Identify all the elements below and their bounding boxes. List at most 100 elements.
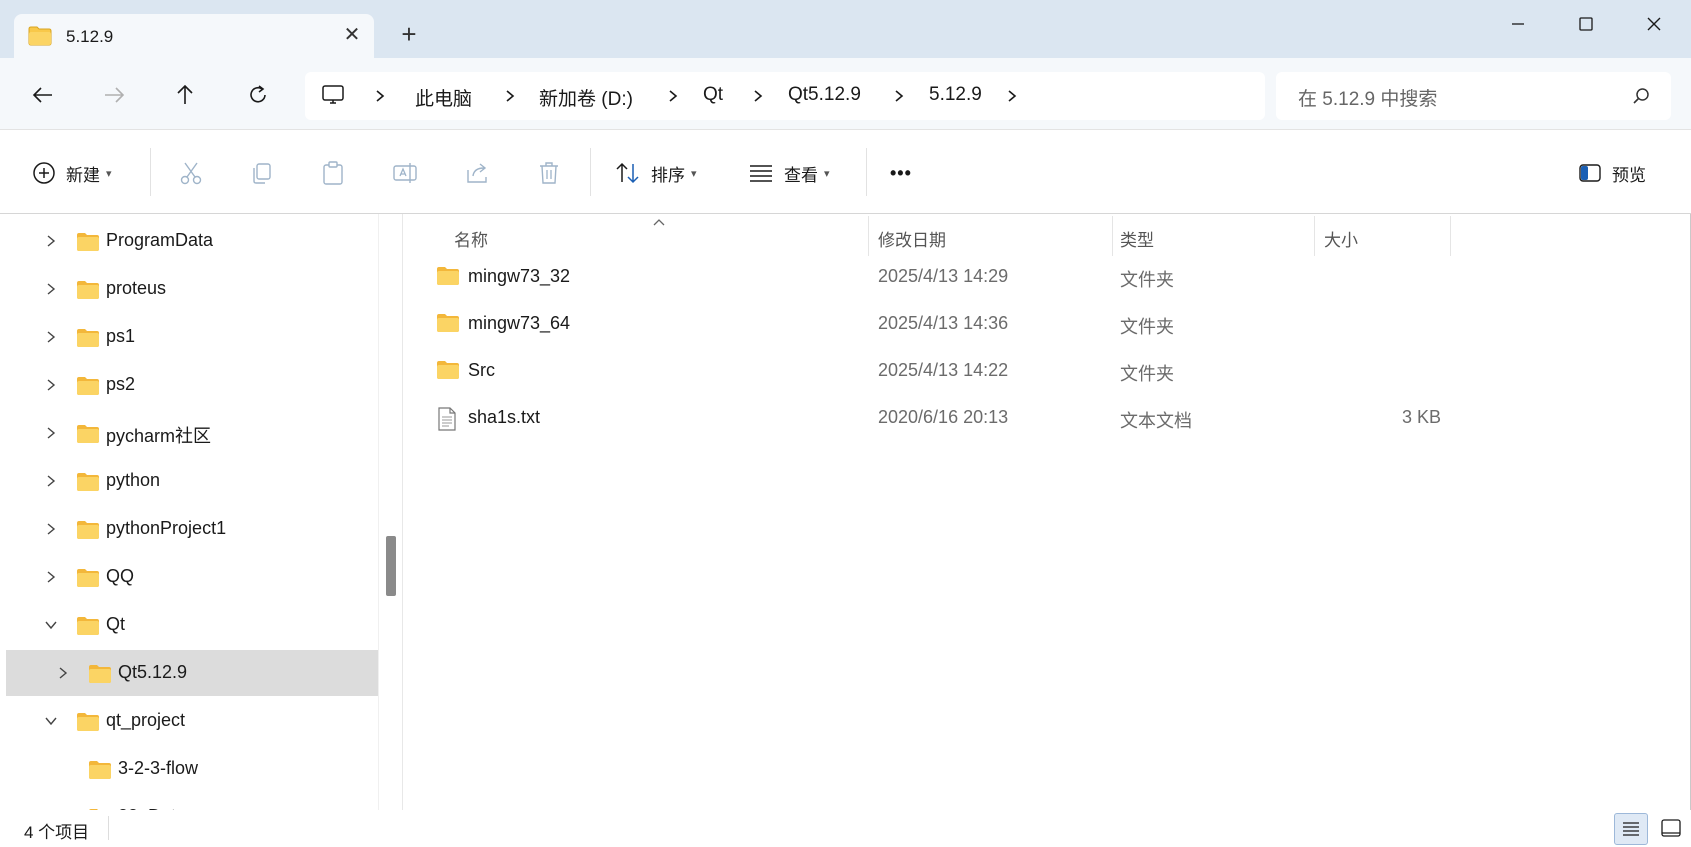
more-options-button[interactable]: ••• [890, 156, 912, 190]
search-icon[interactable] [1632, 87, 1650, 110]
sidebar-item-label: pycharm社区 [106, 426, 212, 446]
view-list-icon [750, 165, 772, 182]
chevron-right-icon[interactable] [44, 474, 58, 488]
address-bar[interactable]: 此电脑 新加卷 (D:) Qt Qt5.12.9 5.12.9 [305, 72, 1265, 120]
file-name: mingw73_32 [468, 266, 571, 286]
column-divider[interactable] [1450, 216, 1451, 256]
column-header-date[interactable]: 修改日期 [878, 226, 946, 251]
file-date: 2025/4/13 14:22 [878, 360, 1009, 380]
forward-button[interactable] [97, 78, 131, 112]
file-row[interactable]: sha1s.txt 2020/6/16 20:13 文本文档 3 KB [406, 395, 1666, 442]
folder-icon [28, 26, 52, 51]
minimize-button[interactable] [1500, 10, 1536, 38]
chevron-down-icon[interactable] [44, 714, 58, 728]
file-row[interactable]: Src 2025/4/13 14:22 文件夹 [406, 348, 1666, 395]
search-placeholder: 在 5.12.9 中搜索 [1298, 89, 1438, 110]
search-input[interactable]: 在 5.12.9 中搜索 [1276, 72, 1671, 120]
tab-close-icon[interactable]: ✕ [340, 24, 364, 48]
share-button[interactable] [464, 156, 490, 190]
folder-icon [76, 568, 100, 593]
sidebar-item-label: python [106, 470, 161, 490]
tiles-view-icon [1661, 819, 1681, 837]
pane-divider[interactable] [402, 214, 403, 810]
breadcrumb-qt[interactable]: Qt [703, 84, 723, 106]
rename-button[interactable] [392, 156, 418, 190]
refresh-icon [250, 85, 266, 103]
delete-button[interactable] [537, 156, 561, 190]
chevron-right-icon[interactable] [44, 282, 58, 296]
sidebar-item[interactable]: Qt [6, 602, 378, 648]
paste-button[interactable] [320, 156, 346, 190]
chevron-right-icon[interactable] [44, 522, 58, 536]
sidebar-item[interactable]: pycharm社区 [6, 410, 378, 456]
chevron-right-icon[interactable] [503, 86, 517, 106]
sidebar-item[interactable]: pythonProject1 [6, 506, 378, 552]
breadcrumb-drive-d[interactable]: 新加卷 (D:) [539, 84, 633, 111]
column-header-size[interactable]: 大小 [1324, 226, 1358, 251]
file-row[interactable]: mingw73_32 2025/4/13 14:29 文件夹 [406, 254, 1666, 301]
chevron-right-icon[interactable] [44, 378, 58, 392]
sidebar-item[interactable]: QQ [6, 554, 378, 600]
cut-button[interactable] [178, 156, 204, 190]
sidebar-scrollbar-thumb[interactable] [386, 536, 396, 596]
divider [108, 816, 109, 840]
close-window-button[interactable] [1636, 10, 1672, 38]
breadcrumb-this-pc[interactable]: 此电脑 [415, 84, 472, 111]
navigation-pane: ProgramData proteus ps1 ps2 pycharm社区 python p… [0, 214, 380, 810]
view-button-label: 查看 [784, 165, 818, 185]
sidebar-scrollbar[interactable] [378, 214, 394, 810]
sort-button[interactable]: 排序 ▾ [615, 156, 697, 190]
chevron-right-icon[interactable] [44, 426, 58, 440]
breadcrumb-5129[interactable]: 5.12.9 [929, 84, 982, 106]
new-tab-button[interactable]: + [396, 21, 422, 48]
file-list: 名称 修改日期 类型 大小 mingw73_32 2025/4/13 14:29 文… [406, 214, 1686, 810]
up-button[interactable] [168, 78, 202, 112]
sidebar-item[interactable]: ps1 [6, 314, 378, 360]
chevron-right-icon[interactable] [44, 330, 58, 344]
column-divider[interactable] [1112, 216, 1113, 256]
maximize-button[interactable] [1568, 10, 1604, 38]
file-row[interactable]: mingw73_64 2025/4/13 14:36 文件夹 [406, 301, 1666, 348]
sidebar-item[interactable]: python [6, 458, 378, 504]
sidebar-item[interactable]: Qt5.12.9 [6, 650, 378, 696]
chevron-right-icon[interactable] [666, 86, 680, 106]
chevron-right-icon[interactable] [44, 234, 58, 248]
scissors-icon [180, 162, 202, 185]
tab-current[interactable]: 5.12.9 ✕ [14, 14, 374, 58]
folder-icon [76, 280, 100, 305]
chevron-right-icon[interactable] [373, 86, 387, 106]
folder-icon [436, 266, 460, 291]
more-icon: ••• [890, 162, 912, 183]
sort-button-label: 排序 [651, 165, 685, 185]
preview-pane-button[interactable]: 预览 [1578, 156, 1646, 190]
chevron-right-icon[interactable] [892, 86, 906, 106]
chevron-right-icon[interactable] [44, 570, 58, 584]
preview-pane-icon [1579, 164, 1601, 182]
breadcrumb-qt5129[interactable]: Qt5.12.9 [788, 84, 861, 106]
column-divider[interactable] [868, 216, 869, 256]
column-divider[interactable] [1314, 216, 1315, 256]
sidebar-item[interactable]: ProgramData [6, 218, 378, 264]
navigation-bar: 此电脑 新加卷 (D:) Qt Qt5.12.9 5.12.9 在 5.12.9… [0, 58, 1691, 130]
view-button[interactable]: 查看 ▾ [748, 156, 830, 190]
sidebar-item[interactable]: ps2 [6, 362, 378, 408]
copy-button[interactable] [249, 156, 275, 190]
sidebar-item[interactable]: 3-2-3-flow [6, 746, 378, 792]
folder-icon [76, 376, 100, 401]
chevron-right-icon[interactable] [1005, 86, 1019, 106]
chevron-down-icon[interactable] [44, 618, 58, 632]
tiles-view-button[interactable] [1654, 813, 1688, 845]
chevron-right-icon[interactable] [751, 86, 765, 106]
arrow-up-icon [177, 84, 193, 104]
details-view-button[interactable] [1614, 813, 1648, 845]
new-button[interactable]: 新建 ▾ [32, 156, 112, 190]
sidebar-item[interactable]: 33_Dat... [6, 794, 378, 810]
file-explorer-window: 5.12.9 ✕ + 此电脑 新加卷 (D:) Qt Qt5.12.9 5.12… [0, 0, 1691, 847]
back-button[interactable] [26, 78, 60, 112]
refresh-button[interactable] [241, 78, 275, 112]
column-header-name[interactable]: 名称 [454, 226, 488, 251]
sidebar-item[interactable]: qt_project [6, 698, 378, 744]
column-header-type[interactable]: 类型 [1120, 226, 1154, 251]
chevron-right-icon[interactable] [56, 666, 70, 680]
sidebar-item[interactable]: proteus [6, 266, 378, 312]
